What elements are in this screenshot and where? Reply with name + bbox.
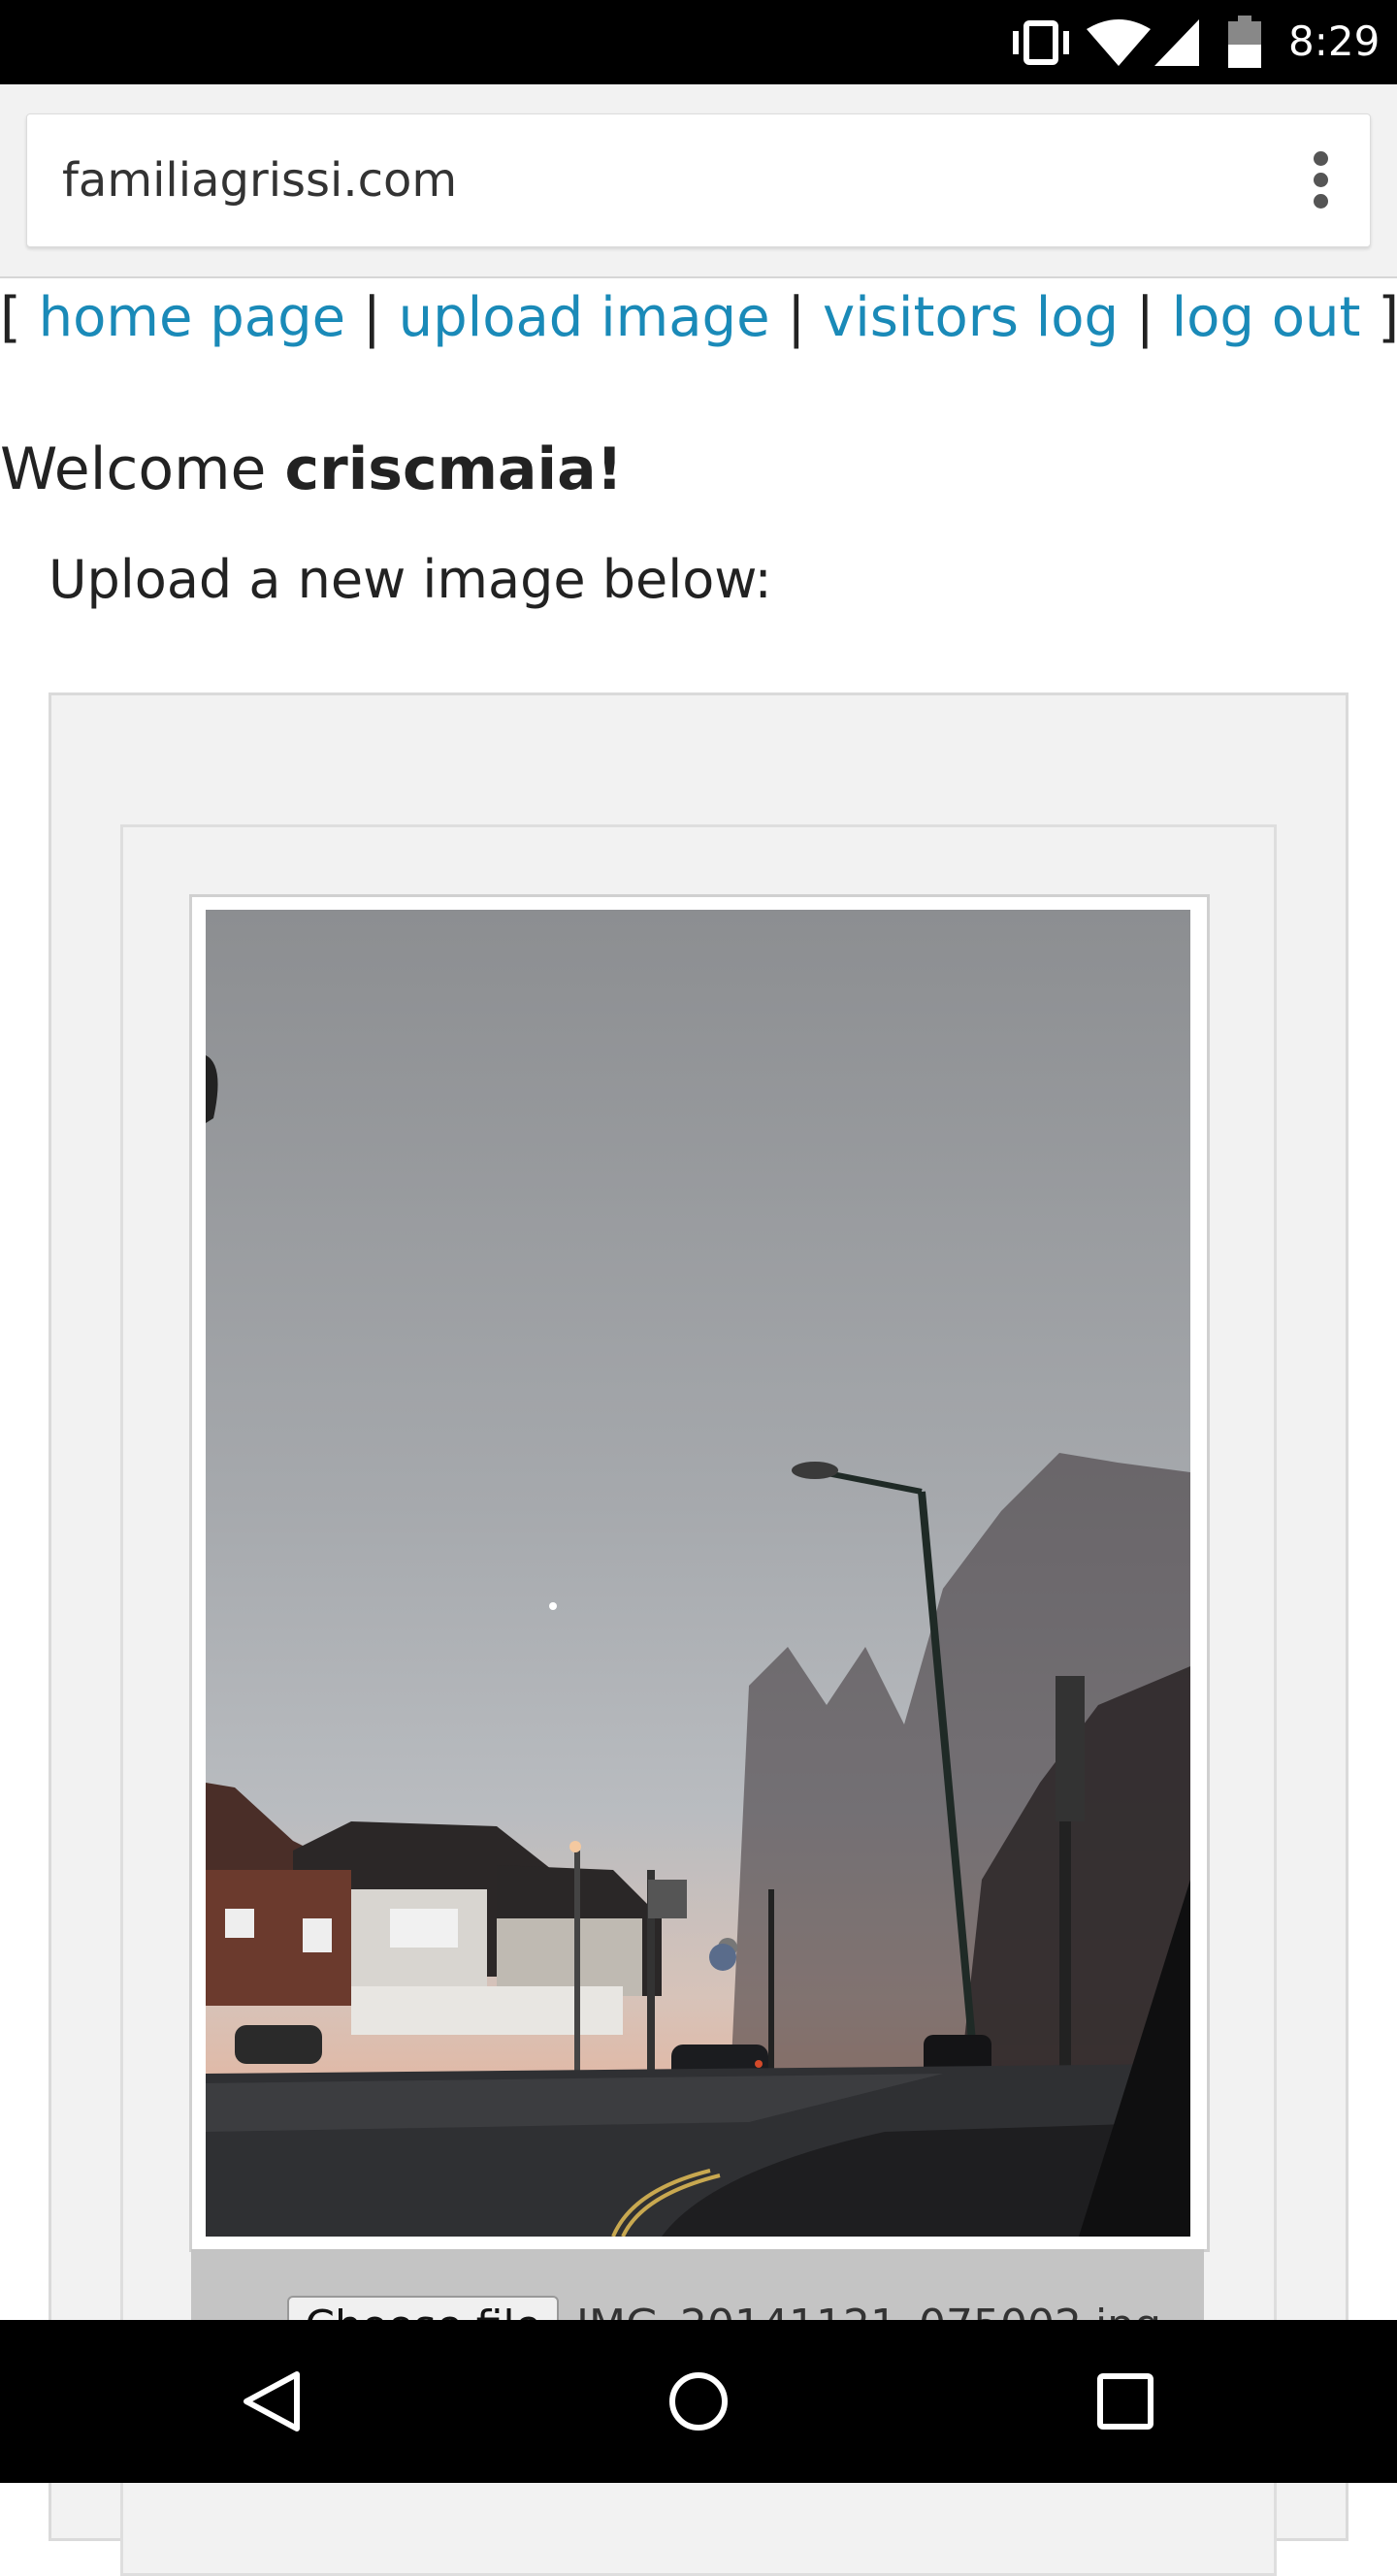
nav-separator: | xyxy=(362,286,381,349)
nav-close-bracket: ] xyxy=(1378,286,1397,349)
wifi-icon xyxy=(1087,19,1151,66)
vibrate-icon xyxy=(1013,20,1069,65)
nav-link-home[interactable]: home page xyxy=(39,286,345,349)
status-bar: 8:29 xyxy=(0,0,1397,84)
username: criscmaia! xyxy=(284,435,623,503)
clock: 8:29 xyxy=(1288,17,1381,65)
image-preview xyxy=(206,910,1190,2237)
system-nav-bar xyxy=(0,2320,1397,2483)
site-nav: [ home page | upload image | visitors lo… xyxy=(0,281,1397,354)
back-icon[interactable] xyxy=(175,2320,369,2483)
nav-link-visitors[interactable]: visitors log xyxy=(823,286,1119,349)
home-icon[interactable] xyxy=(601,2320,796,2483)
cell-signal-icon xyxy=(1154,19,1199,66)
battery-icon xyxy=(1228,16,1261,68)
upload-instruction: Upload a new image below: xyxy=(49,549,772,610)
overflow-menu-icon[interactable] xyxy=(1314,151,1329,209)
nav-separator: | xyxy=(787,286,806,349)
nav-separator: | xyxy=(1135,286,1154,349)
url-text[interactable]: familiagrissi.com xyxy=(62,151,457,209)
welcome-heading: Welcome criscmaia! xyxy=(0,433,623,506)
welcome-prefix: Welcome xyxy=(0,435,285,503)
nav-link-logout[interactable]: log out xyxy=(1172,286,1361,349)
url-bar[interactable]: familiagrissi.com xyxy=(26,113,1371,247)
recents-icon[interactable] xyxy=(1028,2320,1222,2483)
browser-toolbar: familiagrissi.com xyxy=(0,84,1397,278)
nav-open-bracket: [ xyxy=(0,286,21,349)
nav-link-upload[interactable]: upload image xyxy=(399,286,770,349)
